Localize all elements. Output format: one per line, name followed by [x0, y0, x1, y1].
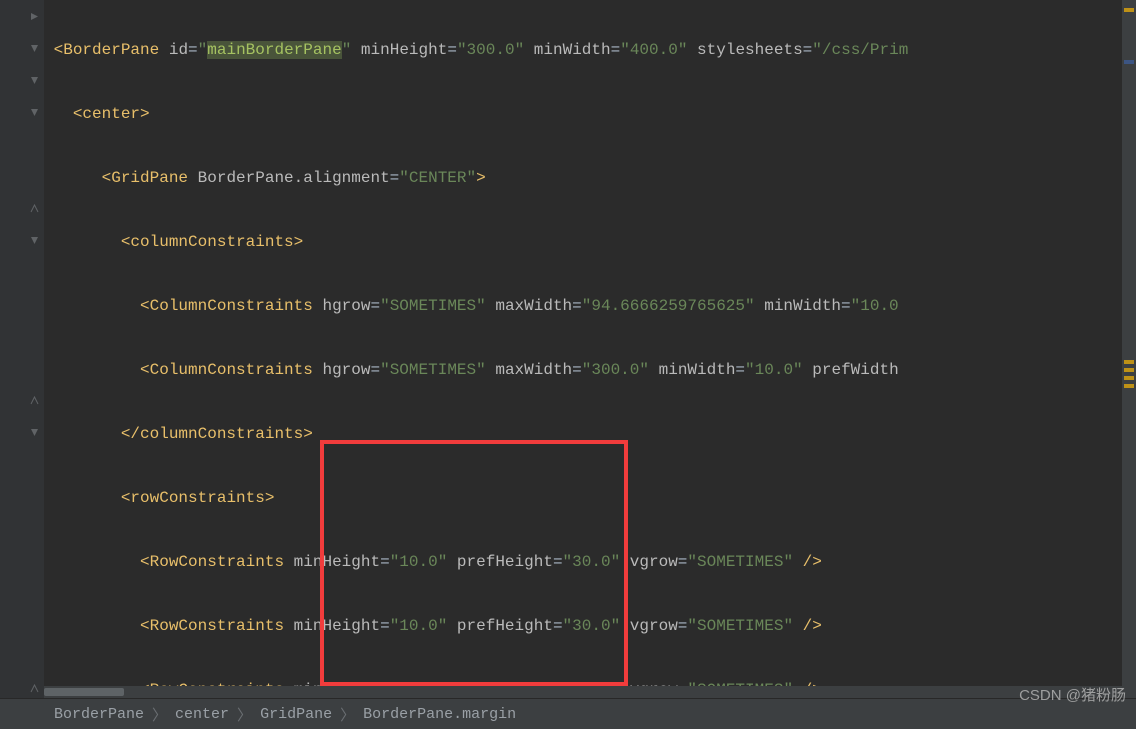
code-line[interactable]: <rowConstraints>: [44, 482, 1136, 514]
fold-toggle[interactable]: [28, 42, 40, 54]
code-line[interactable]: <BorderPane id="mainBorderPane" minHeigh…: [44, 34, 1136, 66]
fold-end[interactable]: [28, 202, 40, 214]
stripe-mark[interactable]: [1124, 376, 1134, 380]
stripe-mark[interactable]: [1124, 360, 1134, 364]
code-line[interactable]: <ColumnConstraints hgrow="SOMETIMES" max…: [44, 354, 1136, 386]
stripe-mark[interactable]: [1124, 384, 1134, 388]
code-line[interactable]: <center>: [44, 98, 1136, 130]
stripe-mark[interactable]: [1124, 368, 1134, 372]
code-line[interactable]: <GridPane BorderPane.alignment="CENTER">: [44, 162, 1136, 194]
breadcrumb-item[interactable]: BorderPane: [48, 706, 150, 723]
code-area[interactable]: <BorderPane id="mainBorderPane" minHeigh…: [44, 0, 1136, 698]
breadcrumb-item[interactable]: center: [169, 706, 235, 723]
chevron-right-icon: 〉: [235, 704, 254, 725]
breadcrumb-bar: BorderPane 〉 center 〉 GridPane 〉 BorderP…: [0, 698, 1136, 729]
code-line[interactable]: <ColumnConstraints hgrow="SOMETIMES" max…: [44, 290, 1136, 322]
error-stripe[interactable]: [1122, 0, 1136, 698]
code-line[interactable]: <columnConstraints>: [44, 226, 1136, 258]
horizontal-scrollbar[interactable]: [44, 686, 1122, 698]
code-editor[interactable]: <BorderPane id="mainBorderPane" minHeigh…: [0, 0, 1136, 698]
stripe-mark[interactable]: [1124, 60, 1134, 64]
code-line[interactable]: <RowConstraints minHeight="10.0" prefHei…: [44, 610, 1136, 642]
code-line[interactable]: <RowConstraints minHeight="10.0" prefHei…: [44, 546, 1136, 578]
code-line[interactable]: </columnConstraints>: [44, 418, 1136, 450]
gutter: [0, 0, 44, 698]
breadcrumb-item[interactable]: BorderPane.margin: [357, 706, 522, 723]
fold-end[interactable]: [28, 682, 40, 694]
fold-toggle[interactable]: [28, 74, 40, 86]
chevron-right-icon: 〉: [150, 704, 169, 725]
fold-toggle[interactable]: [28, 10, 40, 22]
fold-toggle[interactable]: [28, 426, 40, 438]
breadcrumb-item[interactable]: GridPane: [254, 706, 338, 723]
fold-toggle[interactable]: [28, 106, 40, 118]
stripe-mark[interactable]: [1124, 8, 1134, 12]
fold-end[interactable]: [28, 394, 40, 406]
scrollbar-thumb[interactable]: [44, 688, 124, 696]
chevron-right-icon: 〉: [338, 704, 357, 725]
fold-toggle[interactable]: [28, 234, 40, 246]
